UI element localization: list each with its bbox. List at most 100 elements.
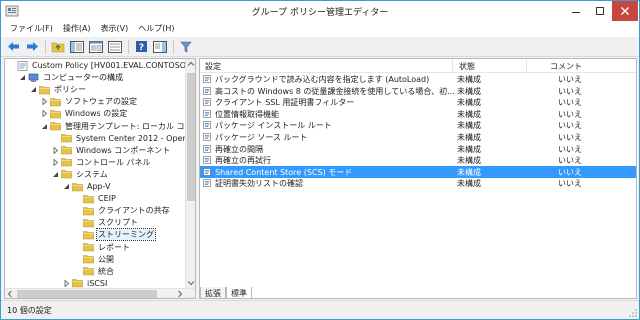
column-divider[interactable] [452, 59, 453, 72]
policy-setting-icon [203, 144, 211, 153]
filter-button[interactable] [178, 39, 194, 55]
title-bar[interactable]: グループ ポリシー管理エディター [1, 1, 639, 21]
folder-icon [50, 122, 61, 131]
setting-row[interactable]: 証明書失効リストの確認 未構成 いいえ [200, 177, 636, 189]
toolbar: ? [1, 37, 639, 57]
scroll-down-icon[interactable] [186, 278, 196, 288]
setting-row[interactable]: 位置情報取得機能 未構成 いいえ [200, 108, 636, 120]
setting-name: 再確立の間隔 [215, 144, 263, 154]
menu-view[interactable]: 表示(V) [96, 21, 134, 37]
resize-grip-icon[interactable] [629, 309, 637, 317]
tab-extended[interactable]: 拡張 [200, 287, 226, 299]
setting-name: 再確立の再試行 [215, 156, 271, 166]
setting-comment: いいえ [558, 121, 582, 131]
setting-row[interactable]: パッケージ インストール ルート 未構成 いいえ [200, 119, 636, 131]
setting-row[interactable]: 再確立の間隔 未構成 いいえ [200, 143, 636, 155]
collapsed-arrow-icon[interactable] [62, 279, 71, 288]
up-one-level-button[interactable] [50, 39, 66, 55]
action-pane-icon [153, 40, 167, 53]
expanded-arrow-icon[interactable] [62, 182, 71, 191]
tree-item[interactable]: 公開 [5, 254, 187, 265]
tree-item[interactable]: ソフトウェアの設定 [5, 96, 187, 107]
tree-item-label: コントロール パネル [76, 157, 151, 167]
console-tree[interactable]: Custom Policy [HV001.EVAL.CONTOSO.C コンピュー… [4, 58, 196, 299]
tree-horizontal-scrollbar[interactable] [5, 288, 195, 298]
tree-item[interactable]: 統合 [5, 266, 187, 277]
tree-item-label: レポート [98, 242, 130, 252]
tree-item[interactable]: ストリーミング [5, 228, 187, 242]
help-button[interactable]: ? [133, 39, 149, 55]
scroll-right-icon[interactable] [175, 289, 185, 299]
tree-horizontal-scroll-thumb[interactable] [17, 290, 157, 298]
close-button[interactable] [612, 1, 638, 21]
tree-item[interactable]: コンピューターの構成 [5, 72, 187, 83]
expanded-arrow-icon[interactable] [40, 122, 49, 131]
folder-icon [50, 110, 61, 119]
menu-help[interactable]: ヘルプ(H) [133, 21, 179, 37]
menu-file[interactable]: ファイル(F) [5, 21, 58, 37]
maximize-button[interactable] [588, 1, 612, 21]
column-header-state[interactable]: 状態 [459, 61, 475, 72]
tab-standard[interactable]: 標準 [226, 287, 252, 299]
tree-vertical-scroll-thumb[interactable] [187, 73, 195, 201]
settings-list[interactable]: 設定 状態 コメント バックグラウンドで読み込む内容を指定します (AutoLo… [199, 58, 637, 299]
tree-item[interactable]: CEIP [5, 193, 187, 204]
expanded-arrow-icon[interactable] [18, 73, 27, 82]
setting-row[interactable]: 再確立の再試行 未構成 いいえ [200, 154, 636, 166]
tree-toggle-spacer [73, 194, 82, 203]
back-button[interactable] [5, 39, 21, 55]
export-list-button[interactable] [107, 39, 123, 55]
column-header-setting[interactable]: 設定 [205, 61, 221, 72]
folder-icon [83, 194, 94, 203]
tree-toggle-spacer [73, 206, 82, 215]
folder-icon [72, 182, 83, 191]
policy-setting-icon [203, 98, 211, 106]
tree-item[interactable]: レポート [5, 242, 187, 253]
tree-item[interactable]: App-V [5, 181, 187, 192]
tree-item[interactable]: System Center 2012 - Opera [5, 133, 191, 144]
list-header: 設定 状態 コメント [200, 59, 636, 73]
setting-row[interactable]: Shared Content Store (SCS) モード 未構成 いいえ [200, 165, 636, 178]
forward-button[interactable] [24, 39, 40, 55]
setting-state: 未構成 [457, 144, 481, 154]
tree-item[interactable]: クライアントの共存 [5, 205, 187, 216]
collapsed-arrow-icon[interactable] [51, 158, 60, 167]
folder-icon [83, 231, 94, 240]
tree-item-label: ストリーミング [96, 228, 156, 242]
setting-row[interactable]: 高コストの Windows 8 の従量課金接続を使用している場合、初... 未構成… [200, 85, 636, 97]
minimize-button[interactable] [564, 1, 588, 21]
folder-icon [83, 206, 94, 215]
show-action-pane-button[interactable] [152, 39, 168, 55]
properties-button[interactable] [88, 39, 104, 55]
setting-row[interactable]: クライアント SSL 用証明書フィルター 未構成 いいえ [200, 96, 636, 108]
tree-item[interactable]: Windows コンポーネント [5, 145, 187, 156]
setting-comment: いいえ [558, 167, 582, 177]
column-divider[interactable] [526, 59, 527, 72]
tree-item[interactable]: コントロール パネル [5, 157, 187, 168]
scroll-left-icon[interactable] [5, 289, 15, 299]
computer-icon [28, 73, 39, 82]
expanded-arrow-icon[interactable] [51, 170, 60, 179]
policy-setting-icon [203, 75, 211, 83]
show-hide-tree-button[interactable] [69, 39, 85, 55]
scroll-up-icon[interactable] [186, 59, 196, 69]
tree-item[interactable]: Custom Policy [HV001.EVAL.CONTOSO.C [5, 60, 194, 71]
setting-row[interactable]: パッケージ ソース ルート 未構成 いいえ [200, 131, 636, 143]
menu-action[interactable]: 操作(A) [58, 21, 96, 37]
policy-setting-icon [203, 179, 211, 188]
tree-item-label: Custom Policy [HV001.EVAL.CONTOSO.C [32, 61, 194, 70]
tree-item[interactable]: Windows の設定 [5, 108, 187, 119]
tree-vertical-scrollbar[interactable] [185, 59, 195, 288]
setting-name: 証明書失効リストの確認 [215, 179, 303, 189]
tree-item[interactable]: システム [5, 169, 187, 180]
tree-item[interactable]: ポリシー [5, 84, 187, 95]
collapsed-arrow-icon[interactable] [40, 97, 49, 106]
folder-icon [50, 97, 61, 107]
collapsed-arrow-icon[interactable] [40, 109, 49, 118]
tree-item[interactable]: 管理用テンプレート: ローカル コンピュ [5, 121, 195, 132]
setting-row[interactable]: バックグラウンドで読み込む内容を指定します (AutoLoad) 未構成 いいえ [200, 73, 636, 85]
tree-item[interactable]: スクリプト [5, 217, 187, 228]
collapsed-arrow-icon[interactable] [51, 146, 60, 155]
column-header-comment[interactable]: コメント [550, 61, 582, 72]
expanded-arrow-icon[interactable] [29, 85, 38, 94]
